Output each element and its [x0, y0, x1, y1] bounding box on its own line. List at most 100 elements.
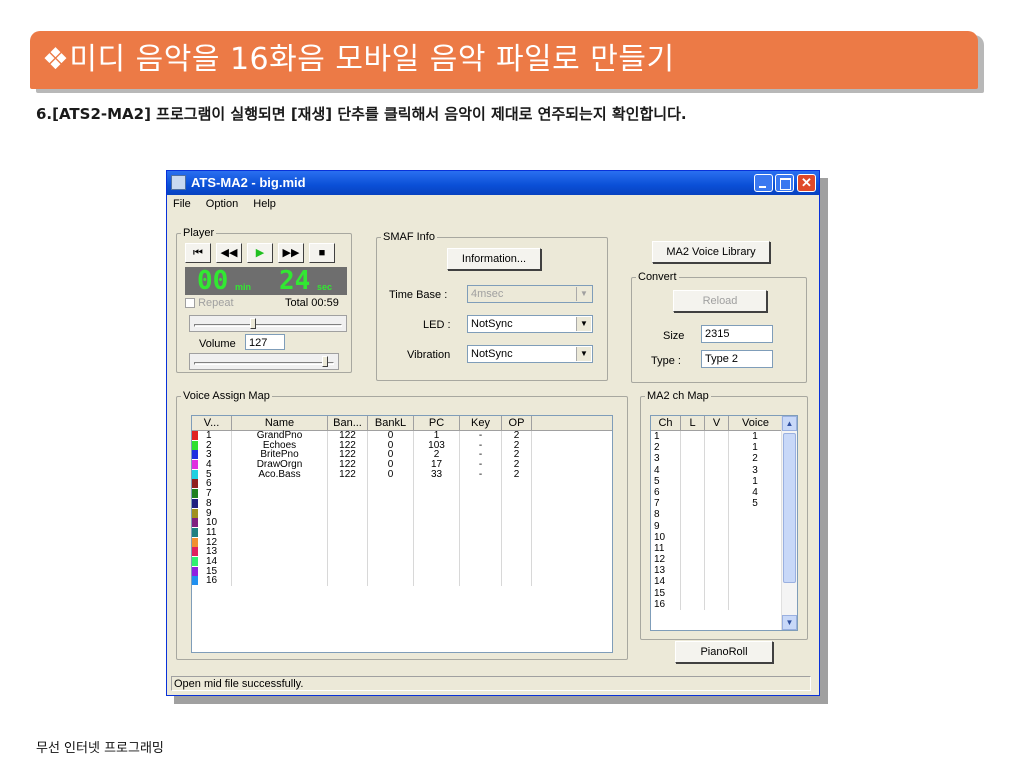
chevron-down-icon: ▼ — [576, 347, 591, 361]
cell-ch: 13 — [651, 565, 681, 577]
col-pc[interactable]: PC — [414, 416, 460, 430]
volume-slider[interactable] — [189, 353, 339, 370]
table-row[interactable]: 32 — [651, 453, 782, 465]
window-title-bar[interactable]: ATS-MA2 - big.mid ✕ — [167, 171, 819, 195]
table-row[interactable]: 5 Aco.Bass 122 0 33-2 — [192, 469, 612, 480]
cell-op — [502, 518, 532, 528]
rewind-button[interactable]: ◀◀ — [216, 243, 242, 263]
col-l[interactable]: L — [681, 416, 705, 430]
scroll-up-icon[interactable]: ▲ — [782, 416, 797, 431]
menu-help[interactable]: Help — [253, 198, 276, 210]
position-slider[interactable] — [189, 315, 347, 332]
cell-bankl — [368, 537, 414, 548]
skip-start-button[interactable]: ⏮ — [185, 243, 211, 263]
table-row[interactable]: 21 — [651, 442, 782, 454]
cell-voice — [729, 531, 782, 543]
table-row[interactable]: 13 — [192, 547, 612, 557]
menu-option[interactable]: Option — [206, 198, 238, 210]
table-row[interactable]: 13 — [651, 565, 782, 577]
pianoroll-button[interactable]: PianoRoll — [675, 641, 773, 663]
stop-button[interactable]: ■ — [309, 243, 335, 263]
seconds-unit: sec — [317, 282, 333, 292]
table-row[interactable]: 14 — [192, 556, 612, 567]
col-voice[interactable]: Voice — [729, 416, 782, 430]
cell-bankl — [368, 518, 414, 528]
vibration-select[interactable]: NotSync ▼ — [467, 345, 593, 363]
cell-ban — [328, 547, 368, 557]
col-name[interactable]: Name — [232, 416, 328, 430]
time-base-select[interactable]: 4msec ▼ — [467, 285, 593, 303]
repeat-checkbox[interactable]: Repeat — [185, 297, 234, 309]
table-row[interactable]: 15 — [651, 587, 782, 599]
cell-bankl — [368, 498, 414, 509]
col-op[interactable]: OP — [502, 416, 532, 430]
total-time: Total 00:59 — [285, 297, 339, 309]
table-row[interactable]: 12 — [651, 554, 782, 566]
voice-color-swatch — [192, 440, 198, 450]
table-row[interactable]: 8 — [192, 498, 612, 509]
table-row[interactable]: 4 DrawOrgn 122 0 17-2 — [192, 460, 612, 470]
repeat-check-box[interactable] — [185, 298, 195, 309]
table-row[interactable]: 75 — [651, 498, 782, 510]
table-row[interactable]: 7 — [192, 489, 612, 499]
table-row[interactable]: 64 — [651, 486, 782, 499]
table-row[interactable]: 16 — [651, 598, 782, 610]
play-button[interactable]: ▶ — [247, 243, 273, 263]
col-ban[interactable]: Ban... — [328, 416, 368, 430]
cell-vv — [705, 431, 729, 443]
scroll-down-icon[interactable]: ▼ — [782, 615, 797, 630]
led-select[interactable]: NotSync ▼ — [467, 315, 593, 333]
window-title: ATS-MA2 - big.mid — [191, 175, 306, 190]
ch-map-table[interactable]: Ch L V Voice 1 1 2 1 3 2 4 3 5 1 6 4 7 5 8 9 10 11 12 13 14 1… — [650, 415, 798, 631]
cell-name — [232, 498, 328, 509]
voice-color-swatch — [192, 527, 198, 537]
voice-color-swatch — [192, 576, 198, 586]
col-v[interactable]: V... — [192, 416, 232, 430]
reload-button[interactable]: Reload — [673, 290, 767, 312]
table-row[interactable]: 15 — [192, 566, 612, 577]
table-row[interactable]: 6 — [192, 479, 612, 490]
menu-bar: File Option Help — [167, 195, 819, 213]
position-thumb[interactable] — [250, 318, 256, 329]
table-row[interactable]: 12 — [192, 537, 612, 548]
cell-bankl: 0 — [368, 469, 414, 480]
table-row[interactable]: 3 BritePno 122 0 2-2 — [192, 450, 612, 461]
minimize-button[interactable] — [754, 174, 773, 192]
table-row[interactable]: 14 — [651, 576, 782, 588]
table-row[interactable]: 11 — [192, 527, 612, 538]
scroll-thumb[interactable] — [783, 433, 796, 583]
ch-map-scrollbar[interactable]: ▲ ▼ — [781, 416, 797, 630]
col-key[interactable]: Key — [460, 416, 502, 430]
information-button[interactable]: Information... — [447, 248, 541, 270]
fast-forward-button[interactable]: ▶▶ — [278, 243, 304, 263]
cell-vv — [705, 442, 729, 454]
table-row[interactable]: 16 — [192, 576, 612, 586]
ma2-voice-library-button[interactable]: MA2 Voice Library — [652, 241, 770, 263]
table-row[interactable]: 8 — [651, 509, 782, 521]
table-row[interactable]: 11 — [651, 431, 782, 443]
volume-thumb[interactable] — [322, 356, 329, 367]
col-bankl[interactable]: BankL — [368, 416, 414, 430]
table-row[interactable]: 9 — [192, 508, 612, 519]
table-row[interactable]: 10 — [192, 518, 612, 528]
col-v[interactable]: V — [705, 416, 729, 430]
col-ch[interactable]: Ch — [651, 416, 681, 430]
table-row[interactable]: 2 Echoes 122 0 103-2 — [192, 440, 612, 451]
maximize-button[interactable] — [775, 174, 794, 192]
table-row[interactable]: 51 — [651, 475, 782, 487]
cell-ch: 15 — [651, 587, 681, 599]
voice-number-cell: 1 — [192, 431, 232, 441]
cell-pc — [414, 518, 460, 528]
table-row[interactable]: 9 — [651, 520, 782, 532]
close-button[interactable]: ✕ — [797, 174, 816, 192]
voice-assign-table[interactable]: V... Name Ban... BankL PC Key OP 1 GrandP… — [191, 415, 613, 653]
cell-l — [681, 576, 705, 588]
cell-ch: 5 — [651, 475, 681, 487]
voice-color-swatch — [192, 518, 198, 528]
cell-l — [681, 565, 705, 577]
table-row[interactable]: 10 — [651, 531, 782, 543]
table-row[interactable]: 1 GrandPno 122 0 1-2 — [192, 431, 612, 441]
table-row[interactable]: 11 — [651, 542, 782, 555]
table-row[interactable]: 43 — [651, 464, 782, 476]
menu-file[interactable]: File — [173, 198, 191, 210]
